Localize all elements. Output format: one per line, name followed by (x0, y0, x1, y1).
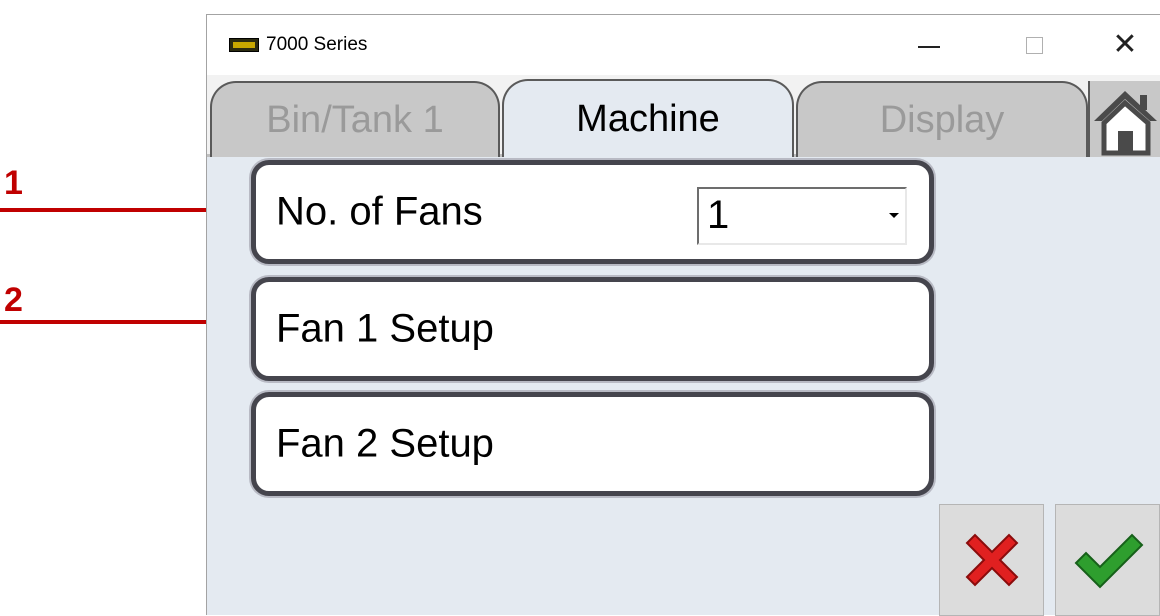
maximize-button[interactable] (1004, 15, 1064, 75)
no-of-fans-select[interactable]: 1 (697, 187, 907, 245)
no-of-fans-label: No. of Fans (276, 189, 483, 234)
checkmark-icon (1074, 533, 1143, 589)
app-icon (229, 38, 259, 52)
tab-display[interactable]: Display (796, 81, 1088, 157)
close-icon: ✕ (1112, 27, 1138, 62)
title-bar: 7000 Series ✕ (207, 15, 1160, 75)
no-of-fans-value: 1 (707, 193, 730, 237)
tab-strip: Bin/Tank 1 Machine Display (207, 75, 1160, 157)
window-title: 7000 Series (266, 34, 368, 55)
tab-machine[interactable]: Machine (502, 79, 794, 157)
fan-1-setup-button[interactable]: Fan 1 Setup (251, 277, 934, 381)
home-button[interactable] (1088, 81, 1160, 157)
confirm-button[interactable] (1055, 504, 1160, 616)
no-of-fans-row: No. of Fans 1 (251, 160, 934, 264)
minimize-icon (918, 46, 940, 48)
maximize-icon (1025, 36, 1043, 54)
home-icon (1094, 91, 1157, 156)
minimize-button[interactable] (899, 15, 959, 75)
chevron-down-icon (889, 213, 899, 218)
fan-1-setup-label: Fan 1 Setup (276, 306, 494, 351)
cancel-button[interactable] (939, 504, 1044, 616)
tab-bin-tank-1[interactable]: Bin/Tank 1 (210, 81, 500, 157)
app-window: 7000 Series ✕ Bin/Tank 1 Machine Display… (206, 14, 1160, 616)
close-button[interactable]: ✕ (1095, 15, 1155, 75)
fan-2-setup-button[interactable]: Fan 2 Setup (251, 392, 934, 496)
cancel-icon (965, 533, 1018, 587)
fan-2-setup-label: Fan 2 Setup (276, 421, 494, 466)
